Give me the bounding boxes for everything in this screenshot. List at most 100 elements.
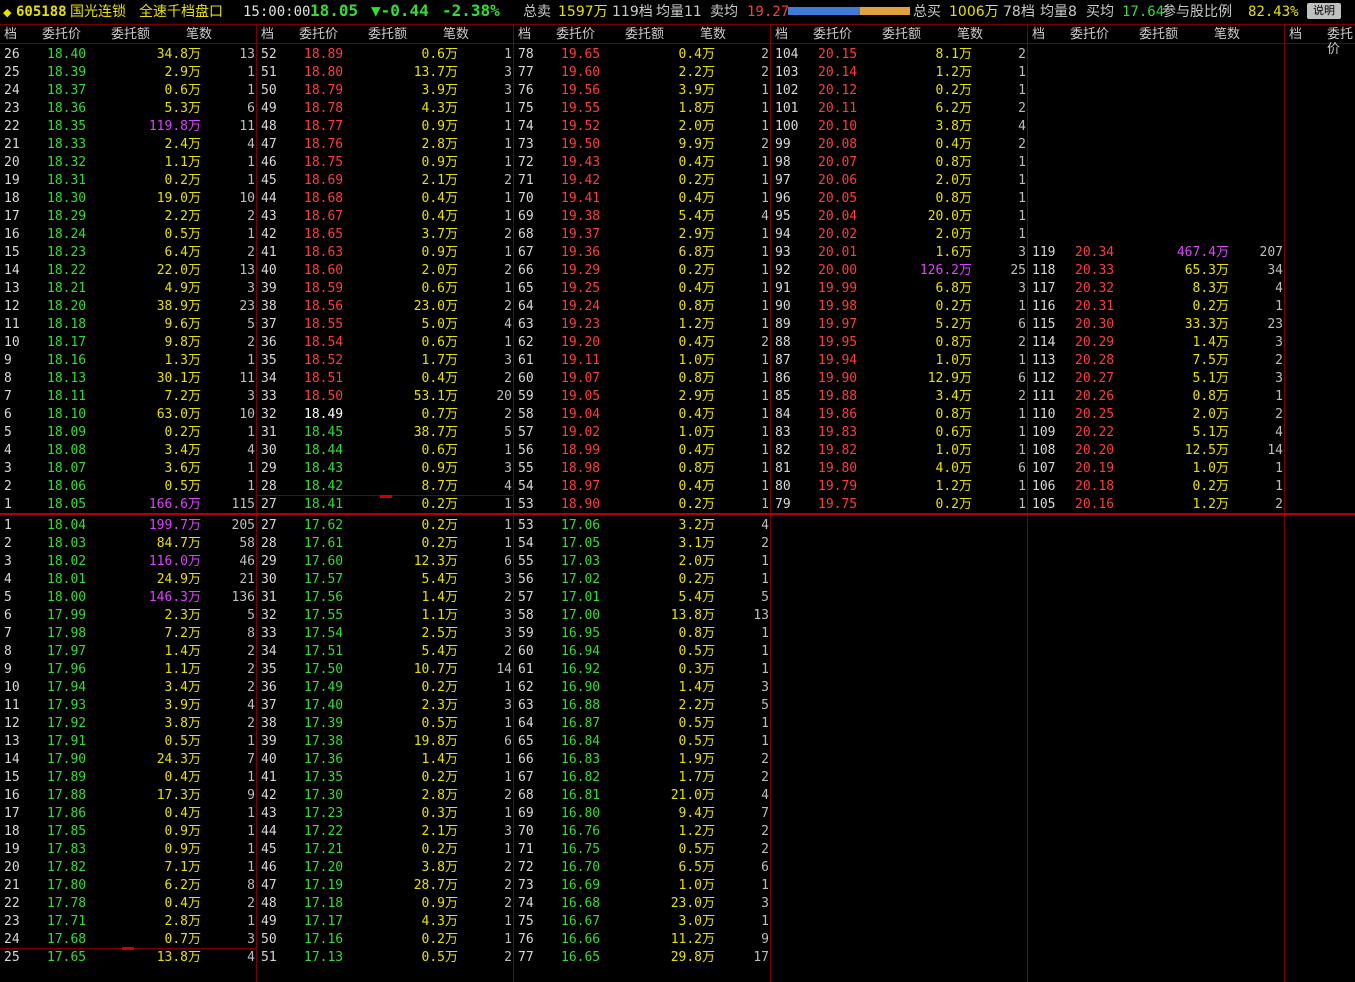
ask-level-row[interactable]: 52 18.89 0.6万 1 (257, 46, 514, 64)
bid-level-row[interactable]: 9 17.96 1.1万 2 (0, 661, 257, 679)
bid-level-row[interactable]: 65 16.84 0.5万 1 (514, 733, 771, 751)
ask-level-row[interactable]: 65 19.25 0.4万 1 (514, 280, 771, 298)
bid-level-row[interactable]: 12 17.92 3.8万 2 (0, 715, 257, 733)
ask-level-row[interactable]: 30 18.44 0.6万 1 (257, 442, 514, 460)
bid-level-row[interactable]: 16 17.88 17.3万 9 (0, 787, 257, 805)
ask-level-row[interactable]: 10 18.17 9.8万 2 (0, 334, 257, 352)
ask-level-row[interactable]: 72 19.43 0.4万 1 (514, 154, 771, 172)
ask-level-row[interactable]: 18 18.30 19.0万 10 (0, 190, 257, 208)
bid-level-row[interactable]: 15 17.89 0.4万 1 (0, 769, 257, 787)
stock-name[interactable]: 国光连锁 (70, 4, 126, 20)
bid-level-row[interactable]: 47 17.19 28.7万 2 (257, 877, 514, 895)
ask-level-row[interactable]: 49 18.78 4.3万 1 (257, 100, 514, 118)
bid-level-row[interactable]: 35 17.50 10.7万 14 (257, 661, 514, 679)
bid-level-row[interactable]: 29 17.60 12.3万 6 (257, 553, 514, 571)
ask-level-row[interactable]: 104 20.15 8.1万 2 (771, 46, 1028, 64)
ask-level-row[interactable]: 77 19.60 2.2万 2 (514, 64, 771, 82)
ask-level-row[interactable]: 74 19.52 2.0万 1 (514, 118, 771, 136)
bid-level-row[interactable]: 49 17.17 4.3万 1 (257, 913, 514, 931)
ask-level-row[interactable]: 69 19.38 5.4万 4 (514, 208, 771, 226)
ask-level-row[interactable]: 36 18.54 0.6万 1 (257, 334, 514, 352)
ask-level-row[interactable]: 71 19.42 0.2万 1 (514, 172, 771, 190)
ask-level-row[interactable]: 47 18.76 2.8万 1 (257, 136, 514, 154)
bid-level-row[interactable]: 64 16.87 0.5万 1 (514, 715, 771, 733)
ask-level-row[interactable]: 27 18.41 0.2万 1 (257, 496, 514, 514)
bid-level-row[interactable]: 28 17.61 0.2万 1 (257, 535, 514, 553)
ask-level-row[interactable]: 76 19.56 3.9万 1 (514, 82, 771, 100)
ask-level-row[interactable]: 79 19.75 0.2万 1 (771, 496, 1028, 514)
ask-level-row[interactable]: 35 18.52 1.7万 3 (257, 352, 514, 370)
ask-level-row[interactable]: 60 19.07 0.8万 1 (514, 370, 771, 388)
ask-level-row[interactable]: 13 18.21 4.9万 3 (0, 280, 257, 298)
bid-level-row[interactable]: 20 17.82 7.1万 1 (0, 859, 257, 877)
ask-level-row[interactable]: 23 18.36 5.3万 6 (0, 100, 257, 118)
bid-level-row[interactable]: 44 17.22 2.1万 3 (257, 823, 514, 841)
ask-level-row[interactable]: 37 18.55 5.0万 4 (257, 316, 514, 334)
ask-level-row[interactable]: 28 18.42 8.7万 4 (257, 478, 514, 496)
ask-level-row[interactable]: 100 20.10 3.8万 4 (771, 118, 1028, 136)
ask-level-row[interactable]: 87 19.94 1.0万 1 (771, 352, 1028, 370)
bid-level-row[interactable]: 77 16.65 29.8万 17 (514, 949, 771, 967)
ask-level-row[interactable]: 41 18.63 0.9万 1 (257, 244, 514, 262)
ask-level-row[interactable]: 33 18.50 53.1万 20 (257, 388, 514, 406)
ask-level-row[interactable]: 92 20.00 126.2万 25 (771, 262, 1028, 280)
bid-level-row[interactable]: 61 16.92 0.3万 1 (514, 661, 771, 679)
bid-level-row[interactable]: 59 16.95 0.8万 1 (514, 625, 771, 643)
ask-level-row[interactable]: 106 20.18 0.2万 1 (1028, 478, 1285, 496)
ask-level-row[interactable]: 91 19.99 6.8万 3 (771, 280, 1028, 298)
ask-level-row[interactable]: 98 20.07 0.8万 1 (771, 154, 1028, 172)
bid-level-row[interactable]: 22 17.78 0.4万 2 (0, 895, 257, 913)
ask-level-row[interactable]: 55 18.98 0.8万 1 (514, 460, 771, 478)
ask-level-row[interactable]: 96 20.05 0.8万 1 (771, 190, 1028, 208)
bid-level-row[interactable]: 72 16.70 6.5万 6 (514, 859, 771, 877)
bid-level-row[interactable]: 40 17.36 1.4万 1 (257, 751, 514, 769)
ask-level-row[interactable]: 3 18.07 3.6万 1 (0, 460, 257, 478)
ask-level-row[interactable]: 88 19.95 0.8万 2 (771, 334, 1028, 352)
ask-level-row[interactable]: 5 18.09 0.2万 1 (0, 424, 257, 442)
ask-level-row[interactable]: 110 20.25 2.0万 2 (1028, 406, 1285, 424)
ask-level-row[interactable]: 83 19.83 0.6万 1 (771, 424, 1028, 442)
ask-level-row[interactable]: 53 18.90 0.2万 1 (514, 496, 771, 514)
ask-level-row[interactable]: 57 19.02 1.0万 1 (514, 424, 771, 442)
ask-level-row[interactable]: 109 20.22 5.1万 4 (1028, 424, 1285, 442)
bid-level-row[interactable]: 42 17.30 2.8万 2 (257, 787, 514, 805)
ask-level-row[interactable]: 17 18.29 2.2万 2 (0, 208, 257, 226)
ask-level-row[interactable]: 90 19.98 0.2万 1 (771, 298, 1028, 316)
bid-level-row[interactable]: 25 17.65 13.8万 4 (0, 949, 257, 967)
ask-level-row[interactable]: 84 19.86 0.8万 1 (771, 406, 1028, 424)
bid-level-row[interactable]: 45 17.21 0.2万 1 (257, 841, 514, 859)
bid-level-row[interactable]: 58 17.00 13.8万 13 (514, 607, 771, 625)
ask-level-row[interactable]: 80 19.79 1.2万 1 (771, 478, 1028, 496)
bid-level-row[interactable]: 57 17.01 5.4万 5 (514, 589, 771, 607)
ask-level-row[interactable]: 40 18.60 2.0万 2 (257, 262, 514, 280)
bid-level-row[interactable]: 38 17.39 0.5万 1 (257, 715, 514, 733)
bid-level-row[interactable]: 5 18.00 146.3万 136 (0, 589, 257, 607)
ask-level-row[interactable]: 1 18.05 166.6万 115 (0, 496, 257, 514)
ask-level-row[interactable]: 16 18.24 0.5万 1 (0, 226, 257, 244)
bid-level-row[interactable]: 7 17.98 7.2万 8 (0, 625, 257, 643)
ask-level-row[interactable]: 61 19.11 1.0万 1 (514, 352, 771, 370)
ask-level-row[interactable]: 59 19.05 2.9万 1 (514, 388, 771, 406)
ask-level-row[interactable]: 101 20.11 6.2万 2 (771, 100, 1028, 118)
ask-level-row[interactable]: 64 19.24 0.8万 1 (514, 298, 771, 316)
ask-level-row[interactable]: 31 18.45 38.7万 5 (257, 424, 514, 442)
bid-level-row[interactable]: 31 17.56 1.4万 2 (257, 589, 514, 607)
bid-level-row[interactable]: 60 16.94 0.5万 1 (514, 643, 771, 661)
ask-level-row[interactable]: 51 18.80 13.7万 3 (257, 64, 514, 82)
ask-level-row[interactable]: 86 19.90 12.9万 6 (771, 370, 1028, 388)
bid-level-row[interactable]: 43 17.23 0.3万 1 (257, 805, 514, 823)
ask-level-row[interactable]: 56 18.99 0.4万 1 (514, 442, 771, 460)
ask-level-row[interactable]: 105 20.16 1.2万 2 (1028, 496, 1285, 514)
bid-level-row[interactable]: 53 17.06 3.2万 4 (514, 517, 771, 535)
ask-level-row[interactable]: 29 18.43 0.9万 3 (257, 460, 514, 478)
ask-level-row[interactable]: 24 18.37 0.6万 1 (0, 82, 257, 100)
ask-level-row[interactable]: 108 20.20 12.5万 14 (1028, 442, 1285, 460)
ask-level-row[interactable]: 70 19.41 0.4万 1 (514, 190, 771, 208)
ask-level-row[interactable]: 44 18.68 0.4万 1 (257, 190, 514, 208)
bid-level-row[interactable]: 67 16.82 1.7万 2 (514, 769, 771, 787)
ask-level-row[interactable]: 112 20.27 5.1万 3 (1028, 370, 1285, 388)
ask-level-row[interactable]: 54 18.97 0.4万 1 (514, 478, 771, 496)
ask-level-row[interactable]: 116 20.31 0.2万 1 (1028, 298, 1285, 316)
help-button[interactable]: 说明 (1307, 3, 1341, 19)
ask-level-row[interactable]: 73 19.50 9.9万 2 (514, 136, 771, 154)
